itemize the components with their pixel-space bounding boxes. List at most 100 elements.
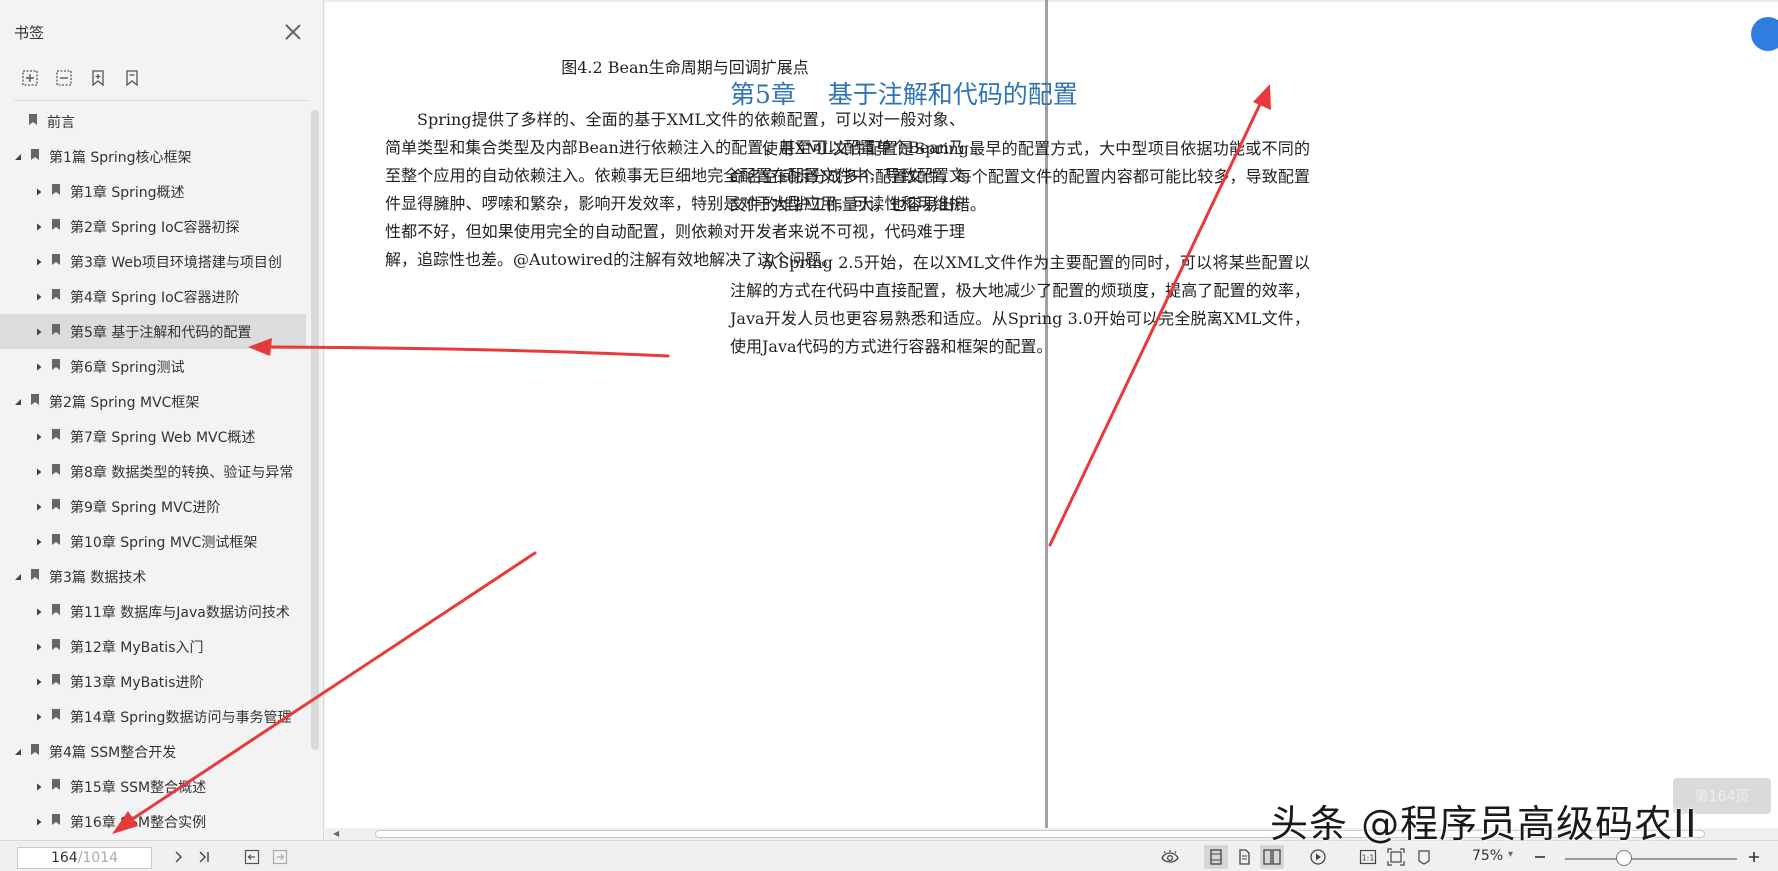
expand-all-icon[interactable] bbox=[20, 68, 40, 88]
collapsed-caret-icon[interactable] bbox=[33, 816, 45, 828]
page-number-input[interactable]: 164/1014 bbox=[17, 847, 152, 869]
total-pages: /1014 bbox=[77, 850, 119, 866]
eye-protection-icon[interactable] bbox=[1158, 845, 1182, 869]
last-page-icon[interactable] bbox=[192, 845, 216, 869]
sidebar-item[interactable]: 第3篇 数据技术 bbox=[0, 559, 306, 594]
collapsed-caret-icon[interactable] bbox=[33, 536, 45, 548]
sidebar-item-label: 第4篇 SSM整合开发 bbox=[49, 744, 177, 761]
sidebar-scrollbar[interactable] bbox=[311, 110, 319, 750]
bookmark-icon bbox=[51, 253, 61, 270]
bookmark-icon bbox=[51, 498, 61, 515]
sidebar-item-label: 第2篇 Spring MVC框架 bbox=[49, 394, 200, 411]
collapsed-caret-icon[interactable] bbox=[33, 606, 45, 618]
sidebar-item[interactable]: 第15章 SSM整合概述 bbox=[0, 769, 306, 804]
sidebar-item[interactable]: 第14章 Spring数据访问与事务管理 bbox=[0, 699, 306, 734]
continuous-view-icon[interactable] bbox=[1232, 845, 1256, 869]
zoom-out-icon[interactable] bbox=[1528, 845, 1552, 869]
right-paragraph-1: 使用XML文件配置是Spring最早的配置方式，大中型项目依据功能或不同的命名空… bbox=[730, 139, 1310, 214]
sidebar-item[interactable]: 前言 bbox=[0, 104, 306, 139]
sidebar-item-label: 第15章 SSM整合概述 bbox=[70, 779, 207, 796]
svg-text:1:1: 1:1 bbox=[1362, 854, 1375, 863]
zoom-slider-knob[interactable] bbox=[1616, 850, 1632, 866]
sidebar-item[interactable]: 第1篇 Spring核心框架 bbox=[0, 139, 306, 174]
bookmark-icon bbox=[51, 708, 61, 725]
bookmark-icon bbox=[51, 778, 61, 795]
sidebar-item-label: 第1篇 Spring核心框架 bbox=[49, 149, 192, 166]
sidebar-item-label: 第6章 Spring测试 bbox=[70, 359, 185, 376]
sidebar-item[interactable]: 第16章 SSM整合实例 bbox=[0, 804, 306, 839]
bookmark-icon bbox=[30, 743, 40, 760]
forward-icon[interactable] bbox=[268, 845, 292, 869]
collapsed-caret-icon[interactable] bbox=[33, 676, 45, 688]
translate-float-button[interactable] bbox=[1751, 17, 1778, 51]
sidebar-item-label: 第3章 Web项目环境搭建与项目创 bbox=[70, 254, 282, 271]
bookmark-icon[interactable] bbox=[122, 68, 142, 88]
zoom-in-icon[interactable] bbox=[1742, 845, 1766, 869]
bookmark-icon bbox=[51, 323, 61, 340]
sidebar-item[interactable]: 第13章 MyBatis进阶 bbox=[0, 664, 306, 699]
expanded-caret-icon[interactable] bbox=[12, 571, 24, 583]
sidebar-item[interactable]: 第1章 Spring概述 bbox=[0, 174, 306, 209]
next-page-icon[interactable] bbox=[166, 845, 190, 869]
collapsed-caret-icon[interactable] bbox=[33, 361, 45, 373]
sidebar-item[interactable]: 第2篇 Spring MVC框架 bbox=[0, 384, 306, 419]
collapsed-caret-icon[interactable] bbox=[33, 711, 45, 723]
collapsed-caret-icon[interactable] bbox=[33, 466, 45, 478]
expanded-caret-icon[interactable] bbox=[12, 151, 24, 163]
collapsed-caret-icon[interactable] bbox=[33, 641, 45, 653]
watermark: 头条 @程序员高级码农II bbox=[1270, 802, 1698, 846]
play-icon[interactable] bbox=[1306, 845, 1330, 869]
sidebar-item[interactable]: 第11章 数据库与Java数据访问技术 bbox=[0, 594, 306, 629]
double-page-view-icon[interactable] bbox=[1260, 845, 1284, 869]
sidebar-item[interactable]: 第10章 Spring MVC测试框架 bbox=[0, 524, 306, 559]
collapsed-caret-icon[interactable] bbox=[33, 781, 45, 793]
zoom-level[interactable]: 75% bbox=[1472, 848, 1503, 864]
collapsed-caret-icon[interactable] bbox=[33, 221, 45, 233]
sidebar-item[interactable]: 第12章 MyBatis入门 bbox=[0, 629, 306, 664]
actual-size-icon[interactable]: 1:1 bbox=[1356, 845, 1380, 869]
collapsed-caret-icon[interactable] bbox=[33, 291, 45, 303]
bookmark-icon bbox=[30, 568, 40, 585]
sidebar-item[interactable]: 第8章 数据类型的转换、验证与异常 bbox=[0, 454, 306, 489]
collapsed-caret-icon[interactable] bbox=[33, 326, 45, 338]
bookmark-icon bbox=[51, 428, 61, 445]
bookmark-icon bbox=[51, 533, 61, 550]
sidebar-item[interactable]: 第9章 Spring MVC进阶 bbox=[0, 489, 306, 524]
expanded-caret-icon[interactable] bbox=[12, 396, 24, 408]
back-icon[interactable] bbox=[240, 845, 264, 869]
collapsed-caret-icon[interactable] bbox=[33, 186, 45, 198]
bookmark-icon bbox=[51, 813, 61, 830]
zoom-slider-track[interactable] bbox=[1565, 858, 1737, 860]
page-right bbox=[1048, 2, 1778, 828]
sidebar-item[interactable]: 第6章 Spring测试 bbox=[0, 349, 306, 384]
document-view: 图4.2 Bean生命周期与回调扩展点 Spring提供了多样的、全面的基于XM… bbox=[325, 0, 1778, 828]
current-page: 164 bbox=[50, 850, 78, 866]
fit-width-icon[interactable] bbox=[1412, 845, 1436, 869]
sidebar-item-label: 第13章 MyBatis进阶 bbox=[70, 674, 204, 691]
collapsed-caret-icon[interactable] bbox=[33, 431, 45, 443]
bookmark-icon bbox=[30, 393, 40, 410]
sidebar-item[interactable]: 第4章 Spring IoC容器进阶 bbox=[0, 279, 306, 314]
scroll-left-icon[interactable]: ◀ bbox=[333, 829, 339, 838]
sidebar-header: 书签 bbox=[0, 0, 323, 64]
collapse-all-icon[interactable] bbox=[54, 68, 74, 88]
expanded-caret-icon[interactable] bbox=[12, 746, 24, 758]
fit-page-icon[interactable] bbox=[1384, 845, 1408, 869]
collapsed-caret-icon[interactable] bbox=[33, 256, 45, 268]
zoom-dropdown-icon[interactable]: ▾ bbox=[1508, 849, 1513, 860]
collapsed-caret-icon[interactable] bbox=[33, 501, 45, 513]
sidebar-item[interactable]: 第2章 Spring IoC容器初探 bbox=[0, 209, 306, 244]
sidebar-item-label: 第3篇 数据技术 bbox=[49, 569, 147, 586]
sidebar-item[interactable]: 第7章 Spring Web MVC概述 bbox=[0, 419, 306, 454]
bookmark-icon bbox=[51, 288, 61, 305]
sidebar-item[interactable]: 第5章 基于注解和代码的配置 bbox=[0, 314, 306, 349]
add-bookmark-icon[interactable] bbox=[88, 68, 108, 88]
bookmark-sidebar: 书签 前言第1篇 Spring核心框架第1章 Spring概述 第2章 Sprin… bbox=[0, 0, 324, 840]
close-icon[interactable] bbox=[283, 22, 303, 42]
sidebar-item[interactable]: 第3章 Web项目环境搭建与项目创 bbox=[0, 244, 306, 279]
sidebar-item[interactable]: 第4篇 SSM整合开发 bbox=[0, 734, 306, 769]
bookmark-icon bbox=[51, 638, 61, 655]
sidebar-item-label: 第9章 Spring MVC进阶 bbox=[70, 499, 221, 516]
single-page-view-icon[interactable] bbox=[1204, 845, 1228, 869]
sidebar-divider bbox=[14, 100, 309, 101]
